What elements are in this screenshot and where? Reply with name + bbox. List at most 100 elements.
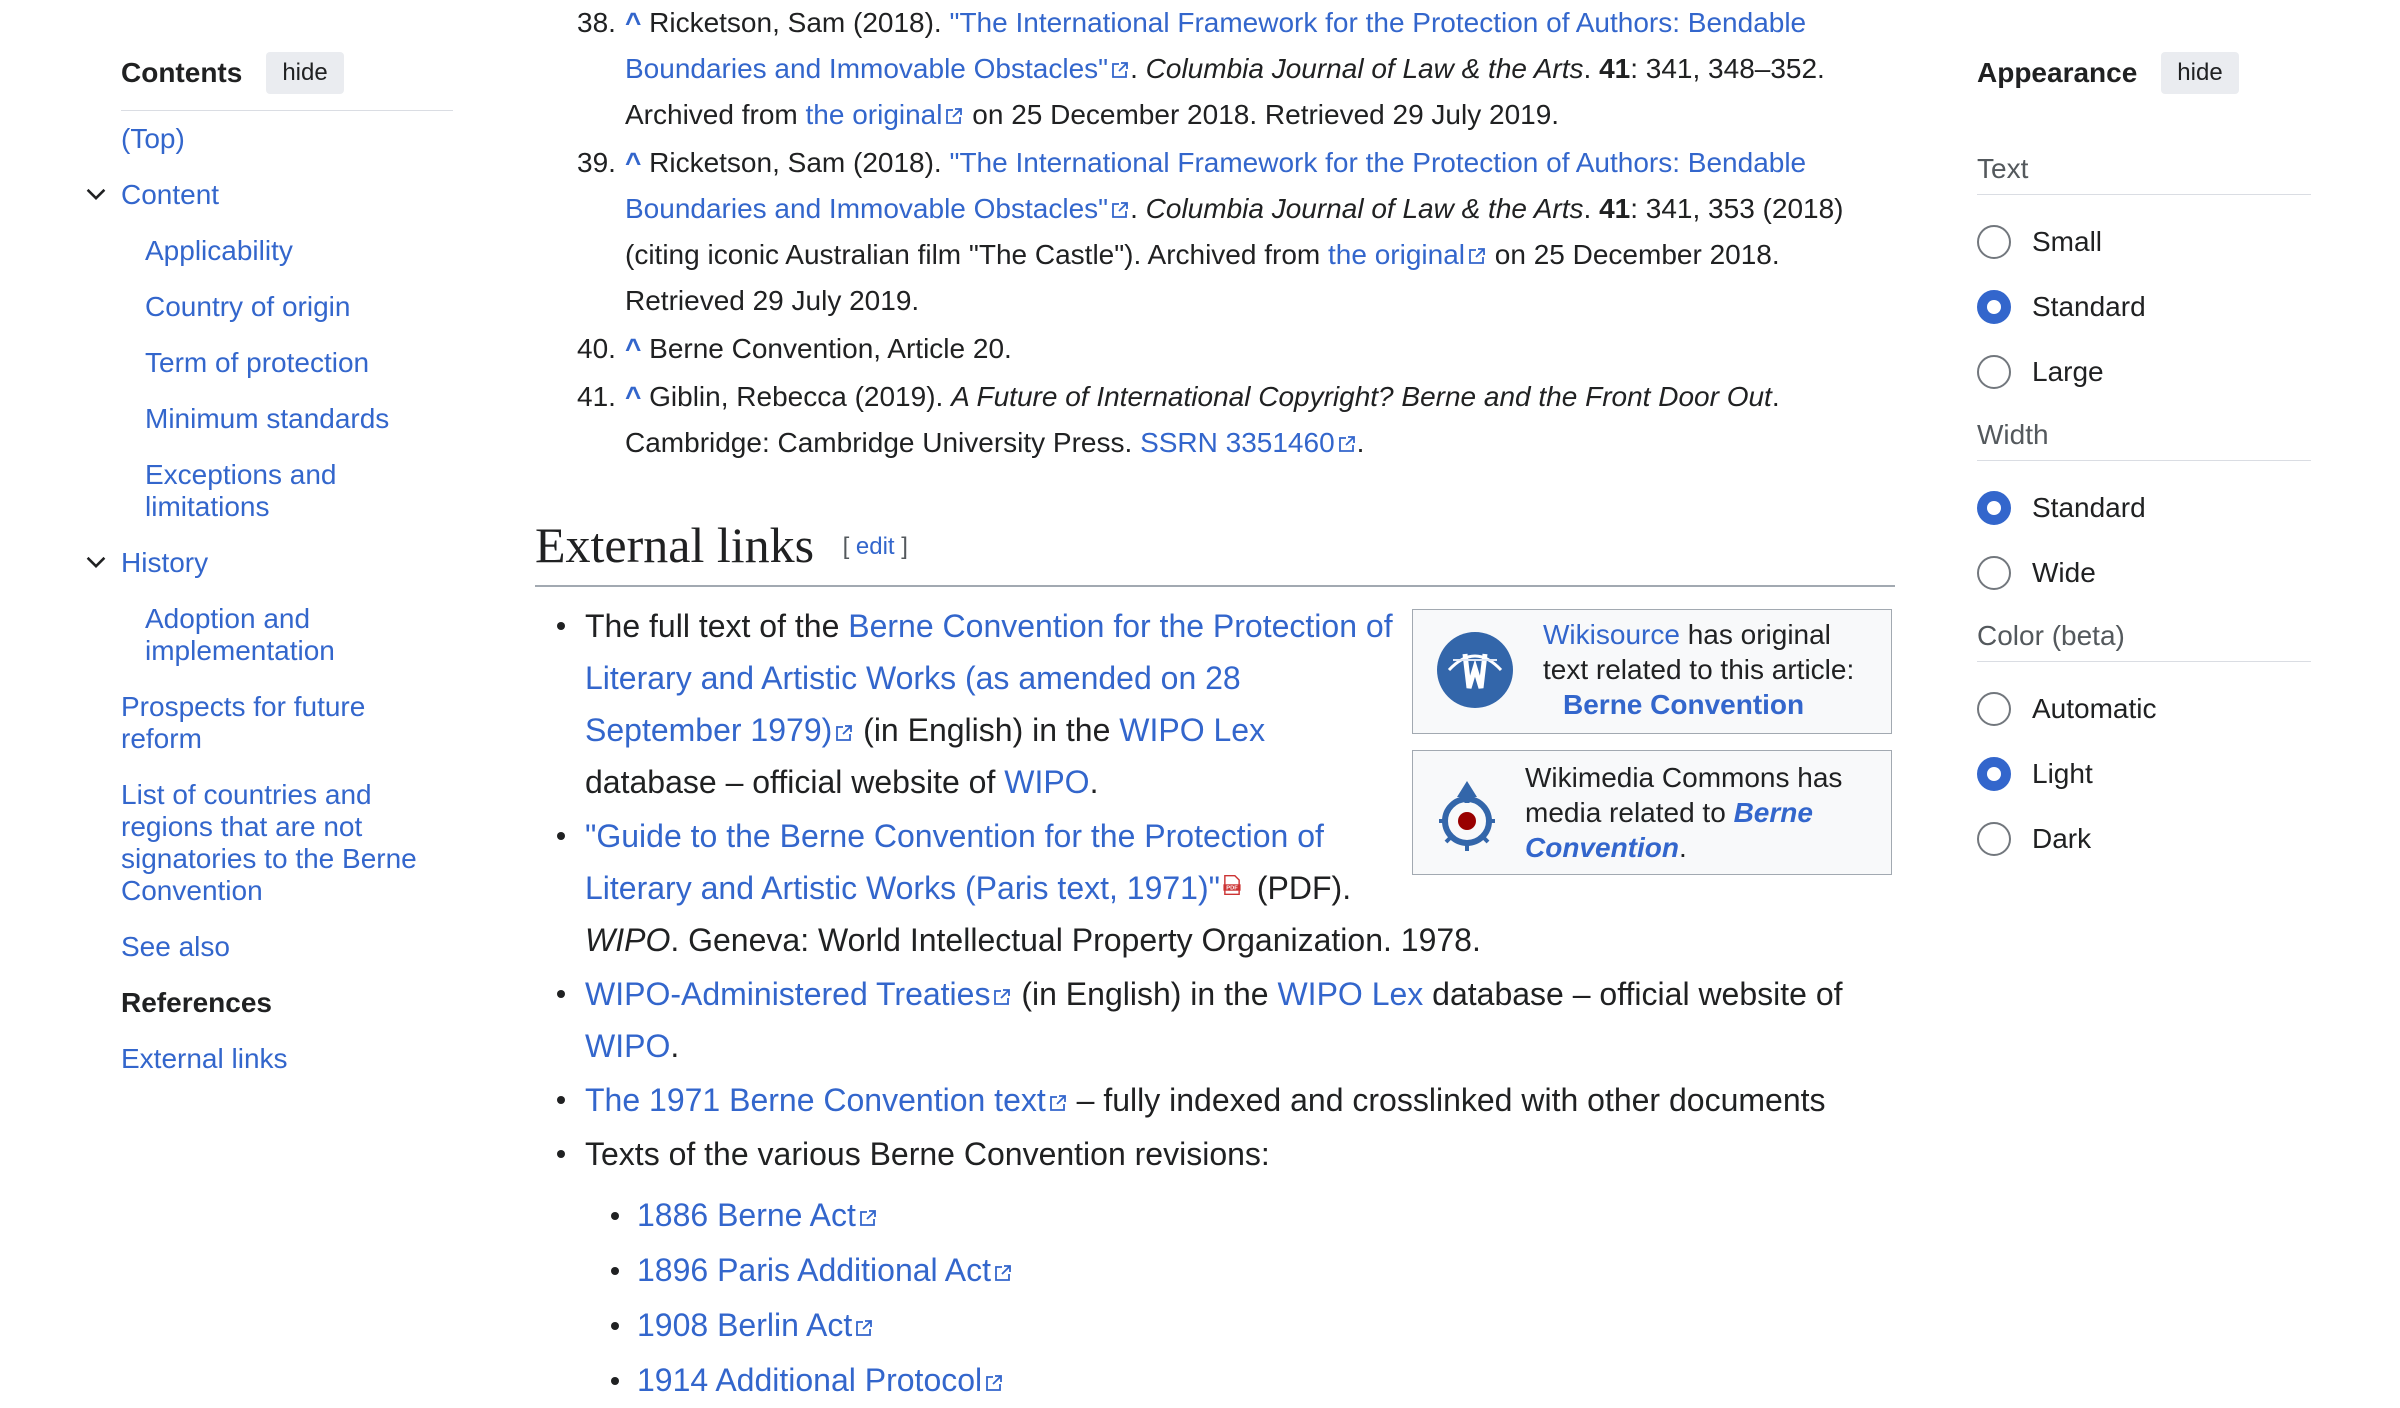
text-size-group: Text Small Standard Large [1977,144,2311,404]
toc-item-applicability[interactable]: Applicability [121,235,453,267]
radio-button[interactable] [1977,354,2011,389]
list-item: Texts of the various Berne Convention re… [535,1128,1895,1408]
radio-button[interactable] [1977,224,2011,259]
radio-button-selected[interactable] [1977,490,2011,525]
toc-item-exceptions[interactable]: Exceptions and limitations [121,459,385,523]
list-item: The full text of the Berne Convention fo… [535,600,1895,808]
toc-item-label[interactable]: Minimum standards [145,403,389,434]
toc-item-external-links[interactable]: External links [121,1043,453,1075]
toc-item-term-of-protection[interactable]: Term of protection [121,347,453,379]
appearance-hide-button[interactable]: hide [2161,52,2239,94]
reference-author: Ricketson, Sam (2018). [649,147,942,178]
item-text: . Geneva: World Intellectual Property Or… [670,922,1481,958]
toc-item-country-of-origin[interactable]: Country of origin [121,291,453,323]
width-group: Width Standard Wide [1977,410,2311,605]
edit-section: [ edit ] [843,533,908,560]
color-option-dark[interactable]: Dark [1977,806,2311,871]
color-option-light[interactable]: Light [1977,741,2311,806]
revision-link[interactable]: 1896 Paris Additional Act [637,1252,991,1288]
archive-original-link[interactable]: the original [1328,239,1465,270]
reference-journal: Columbia Journal of Law & the Arts [1145,193,1584,224]
item-text: Texts of the various Berne Convention re… [585,1136,1270,1172]
width-option-standard[interactable]: Standard [1977,475,2311,540]
item-text: . [1089,764,1099,800]
toc-item-see-also[interactable]: See also [121,931,453,963]
toc-item-minimum-standards[interactable]: Minimum standards [121,403,453,435]
chevron-down-icon[interactable] [82,548,110,576]
item-text: . [670,1028,680,1064]
toc-item-label[interactable]: External links [121,1043,288,1074]
toc-item-adoption[interactable]: Adoption and implementation [121,603,385,667]
archive-original-link[interactable]: the original [806,99,943,130]
toc-item-label[interactable]: See also [121,931,230,962]
radio-button-selected[interactable] [1977,289,2011,324]
toc-item-label[interactable]: History [121,547,208,578]
radio-button[interactable] [1977,821,2011,856]
wipo-lex-link[interactable]: WIPO Lex [1119,712,1265,748]
text-size-option-small[interactable]: Small [1977,209,2311,274]
backlink-caret[interactable]: ^ [625,381,641,412]
toc-item-history[interactable]: History [86,547,453,579]
option-label: Wide [2032,556,2096,588]
item-text: (in English) in the [1012,976,1278,1012]
treaties-link[interactable]: WIPO-Administered Treaties [585,976,990,1012]
revision-link[interactable]: 1886 Berne Act [637,1197,856,1233]
list-item: 1908 Berlin Act [585,1298,1895,1353]
item-text: – fully indexed and crosslinked with oth… [1067,1082,1826,1118]
toc-item-label[interactable]: Country of origin [145,291,350,322]
text-size-label: Text [1977,144,2311,195]
external-link-icon [1337,434,1357,454]
guide-pdf-link[interactable]: "Guide to the Berne Convention for the P… [585,818,1324,906]
ssrn-link[interactable]: SSRN 3351460 [1140,427,1335,458]
color-group: Color (beta) Automatic Light Dark [1977,611,2311,871]
list-item: 1896 Paris Additional Act [585,1243,1895,1298]
reference-text: Berne Convention, Article 20. [649,333,1012,364]
toc-item-label[interactable]: (Top) [121,123,185,154]
option-label: Large [2032,355,2104,387]
radio-button[interactable] [1977,691,2011,726]
toc-item-label[interactable]: List of countries and regions that are n… [121,779,417,906]
toc-item-label[interactable]: Adoption and implementation [145,603,335,666]
external-links-list: The full text of the Berne Convention fo… [535,600,1895,1408]
color-option-automatic[interactable]: Automatic [1977,676,2311,741]
external-link-icon [1048,1093,1068,1113]
revision-link[interactable]: 1914 Additional Protocol [637,1362,982,1398]
toc-item-references[interactable]: References [121,987,453,1019]
table-of-contents: Contents hide (Top) Content Applicabilit… [86,48,453,1075]
text-size-option-standard[interactable]: Standard [1977,274,2311,339]
revision-link[interactable]: 1908 Berlin Act [637,1307,852,1343]
toc-item-label[interactable]: References [121,987,272,1018]
toc-item-label[interactable]: Content [121,179,219,210]
berne-1971-text-link[interactable]: The 1971 Berne Convention text [585,1082,1046,1118]
text-size-option-large[interactable]: Large [1977,339,2311,404]
backlink-caret[interactable]: ^ [625,147,641,178]
reference-archive-date: on 25 December 2018. Retrieved 29 July 2… [964,99,1560,130]
toc-item-content[interactable]: Content [86,179,453,211]
reference-number: 38. [577,7,616,38]
toc-item-top[interactable]: (Top) [121,123,453,155]
edit-section-link[interactable]: edit [856,533,895,560]
external-link-icon [993,1263,1013,1283]
chevron-down-icon[interactable] [82,180,110,208]
list-item: The 1971 Berne Convention text – fully i… [535,1074,1895,1126]
toc-item-label[interactable]: Term of protection [145,347,369,378]
backlink-caret[interactable]: ^ [625,7,641,38]
toc-item-label[interactable]: Prospects for future reform [121,691,365,754]
toc-item-label[interactable]: Applicability [145,235,293,266]
toc-item-prospects[interactable]: Prospects for future reform [121,691,401,755]
list-item: "Guide to the Berne Convention for the P… [535,810,1895,966]
toc-item-non-signatories[interactable]: List of countries and regions that are n… [121,779,431,907]
toc-item-label[interactable]: Exceptions and limitations [145,459,336,522]
references-list: 38. ^ Ricketson, Sam (2018). "The Intern… [535,0,1895,466]
wipo-link[interactable]: WIPO [585,1028,670,1064]
wipo-link[interactable]: WIPO [1004,764,1089,800]
radio-button[interactable] [1977,555,2011,590]
toc-hide-button[interactable]: hide [266,52,344,94]
external-links-heading: External links [ edit ] [535,510,1895,587]
backlink-caret[interactable]: ^ [625,333,641,364]
wipo-lex-link[interactable]: WIPO Lex [1277,976,1423,1012]
item-text: The full text of the [585,608,849,644]
external-link-icon [1110,60,1130,80]
radio-button-selected[interactable] [1977,756,2011,791]
width-option-wide[interactable]: Wide [1977,540,2311,605]
